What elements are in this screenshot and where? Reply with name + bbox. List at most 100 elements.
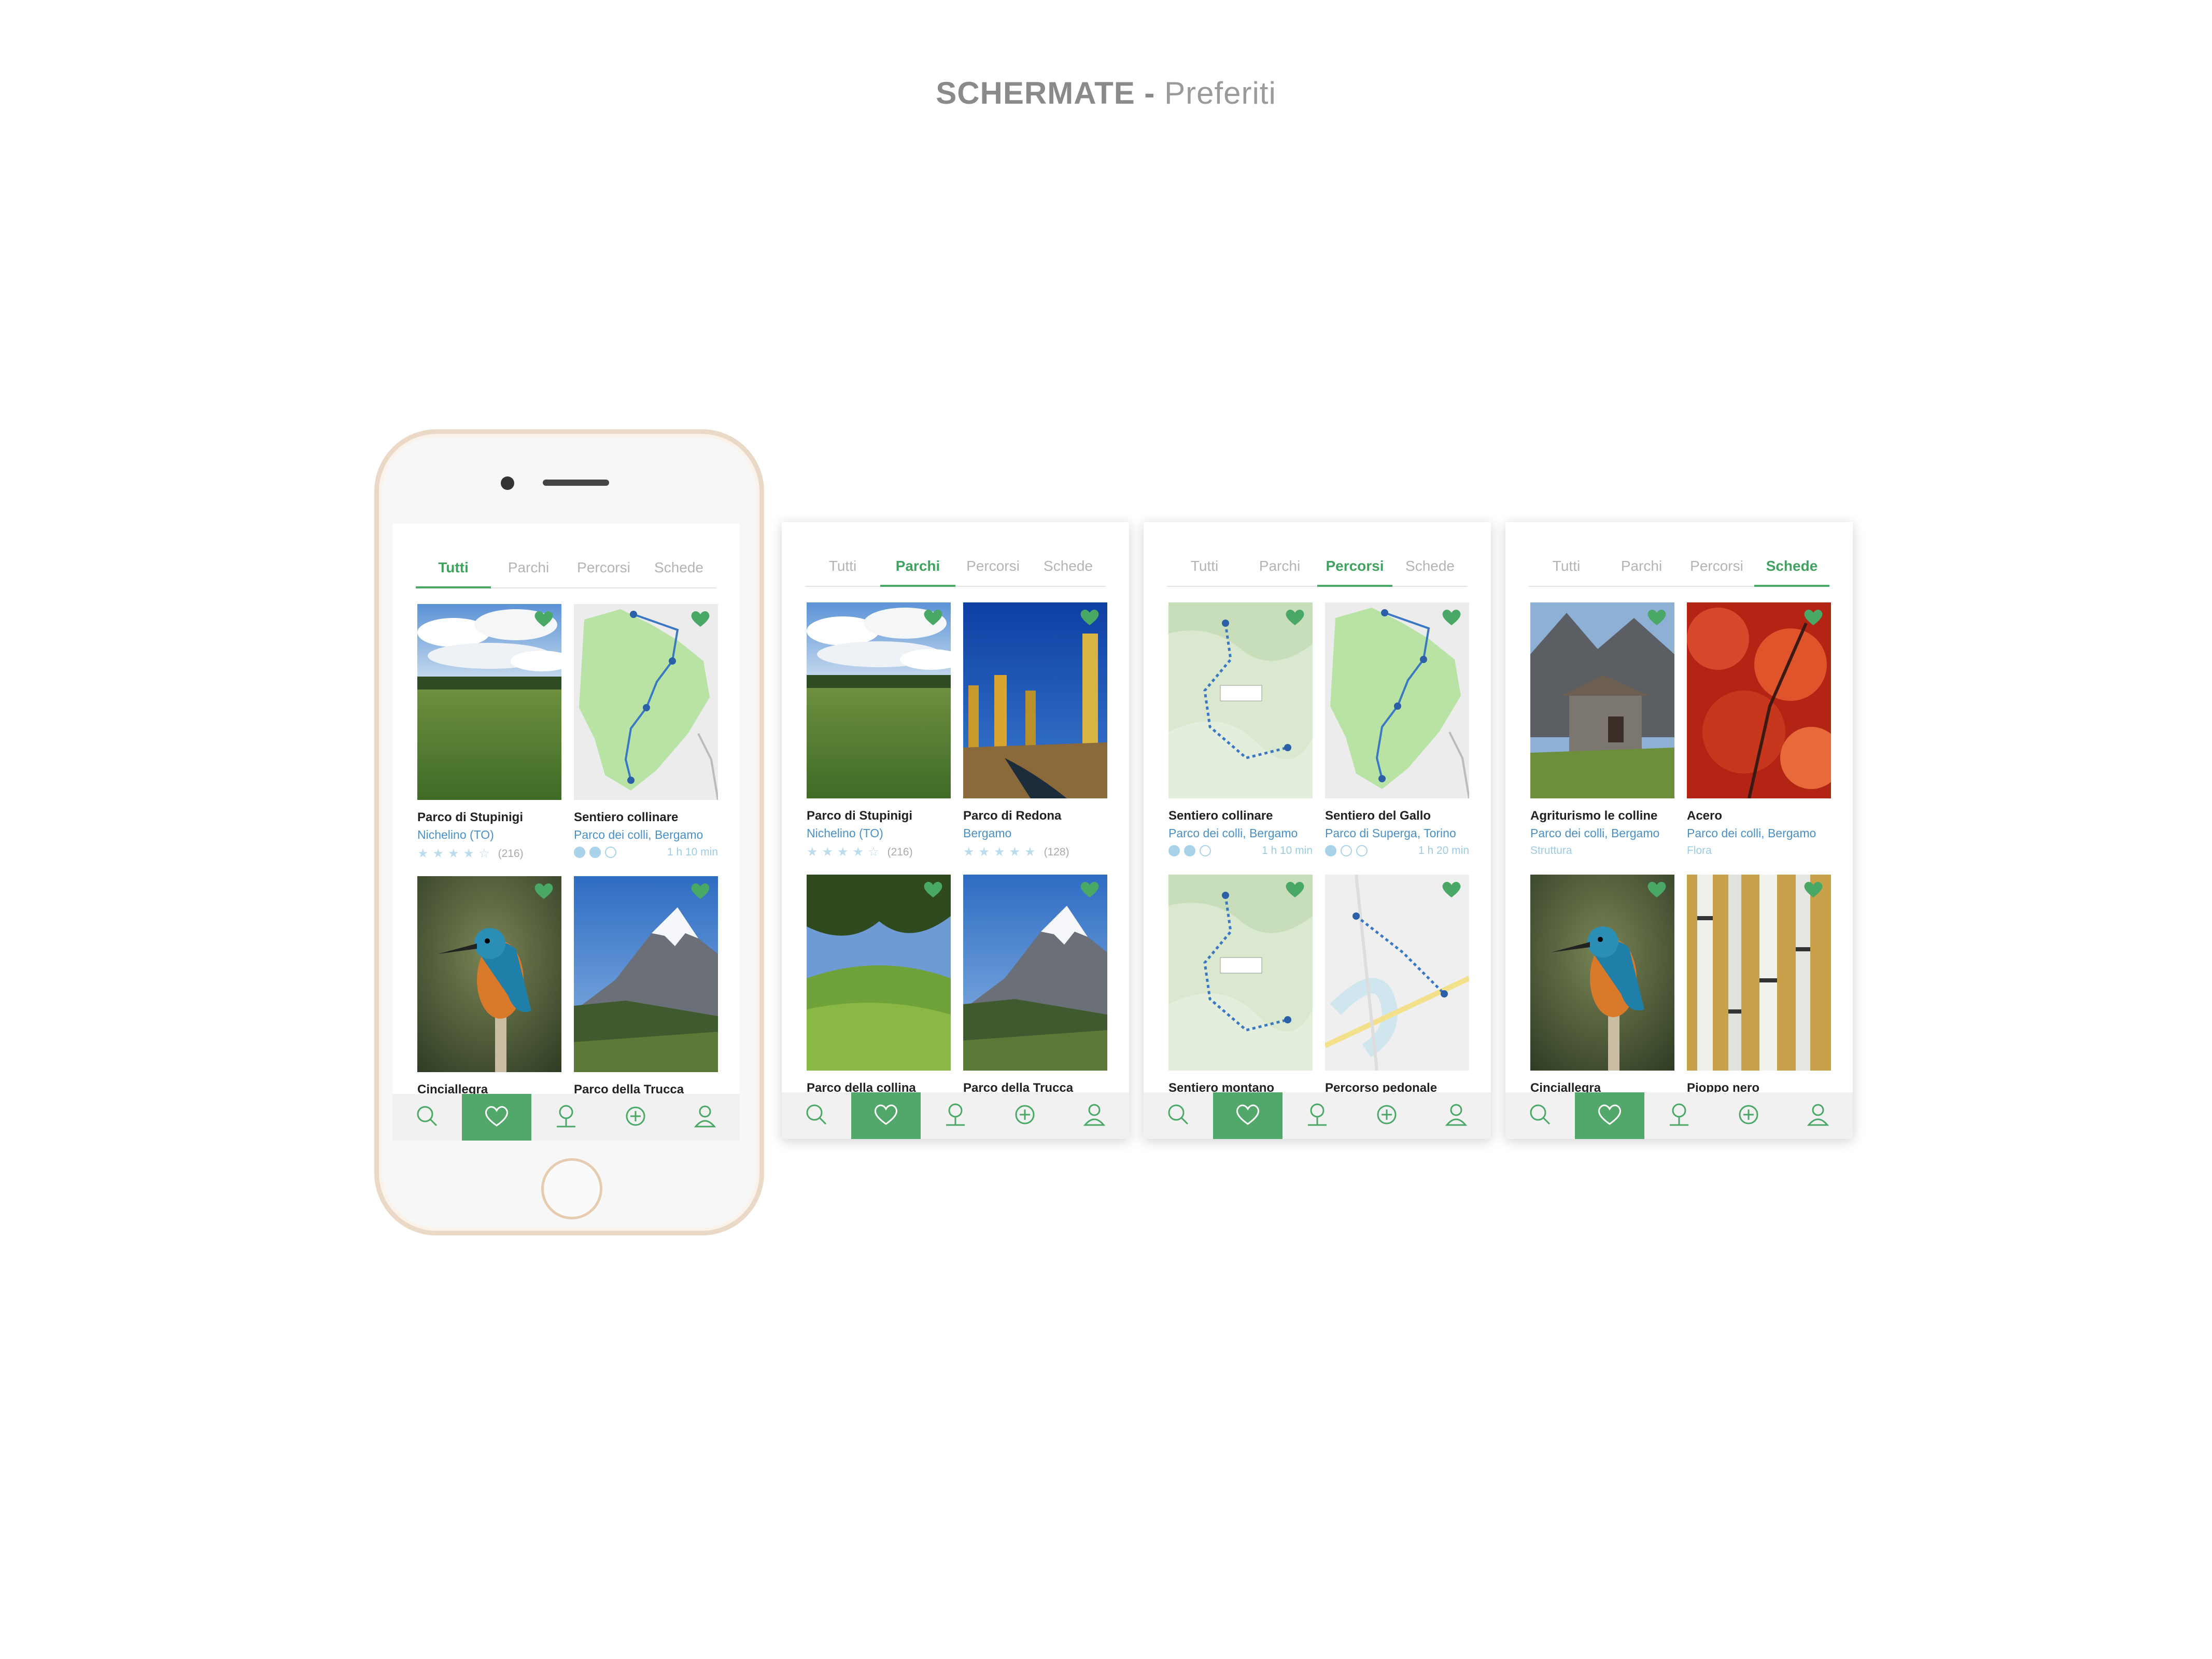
review-count: (216) xyxy=(887,846,913,858)
tab-percorsi[interactable]: Percorsi xyxy=(1679,551,1754,586)
difficulty-row: 1 h 10 min xyxy=(574,846,718,859)
tab-schede[interactable]: Schede xyxy=(1031,551,1106,586)
home-button[interactable] xyxy=(541,1158,602,1219)
nav-heart-button[interactable] xyxy=(851,1092,921,1139)
tab-percorsi[interactable]: Percorsi xyxy=(566,552,641,587)
favorite-card[interactable]: Cinciallegra xyxy=(417,876,561,1097)
favorite-heart-icon[interactable] xyxy=(1646,608,1667,626)
favorite-card[interactable]: Percorso pedonale xyxy=(1325,875,1469,1095)
favorite-heart-icon[interactable] xyxy=(1285,608,1305,626)
card-location[interactable]: Parco dei colli, Bergamo xyxy=(1687,826,1831,840)
nav-heart-button[interactable] xyxy=(462,1094,531,1141)
star-icon: ★ xyxy=(822,845,834,859)
favorite-heart-icon[interactable] xyxy=(1441,608,1462,626)
card-title: Sentiero collinare xyxy=(574,810,679,824)
tab-parchi[interactable]: Parchi xyxy=(1604,551,1679,586)
tab-tutti[interactable]: Tutti xyxy=(1167,551,1242,586)
favorite-card[interactable]: Parco di Redona Bergamo ★ ★ ★ ★ ★ (128) xyxy=(963,602,1107,860)
tab-tutti[interactable]: Tutti xyxy=(1529,551,1604,586)
search-icon xyxy=(414,1103,441,1132)
bottom-nav xyxy=(392,1094,740,1141)
favorite-card[interactable]: Sentiero montano xyxy=(1168,875,1313,1095)
tab-schede[interactable]: Schede xyxy=(1392,551,1468,586)
nav-search-button[interactable] xyxy=(782,1092,851,1139)
nav-tree-button[interactable] xyxy=(921,1092,990,1139)
card-title: Parco di Stupinigi xyxy=(807,809,913,823)
tab-parchi[interactable]: Parchi xyxy=(880,551,955,587)
nav-profile-button[interactable] xyxy=(1783,1092,1853,1139)
duration: 1 h 20 min xyxy=(1418,845,1469,856)
nav-profile-button[interactable] xyxy=(1060,1092,1129,1139)
favorite-heart-icon[interactable] xyxy=(1803,608,1824,626)
nav-add-button[interactable] xyxy=(601,1094,670,1141)
favorite-heart-icon[interactable] xyxy=(533,609,554,628)
card-location[interactable]: Bergamo xyxy=(963,826,1107,840)
favorite-card[interactable]: Parco di Stupinigi Nichelino (TO) ★ ★ ★ ★ ☆ (21… xyxy=(807,602,951,860)
favorite-heart-icon[interactable] xyxy=(1646,880,1667,898)
favorite-heart-icon[interactable] xyxy=(533,881,554,900)
profile-icon xyxy=(692,1103,718,1132)
favorite-heart-icon[interactable] xyxy=(1079,608,1100,626)
maple-image xyxy=(1687,602,1831,798)
tab-schede[interactable]: Schede xyxy=(641,552,716,587)
card-location[interactable]: Parco di Superga, Torino xyxy=(1325,826,1469,840)
favorite-heart-icon[interactable] xyxy=(1079,880,1100,898)
topo-image xyxy=(1168,875,1313,1071)
card-location[interactable]: Nichelino (TO) xyxy=(807,826,951,840)
tab-tutti[interactable]: Tutti xyxy=(416,552,491,588)
star-icon: ☆ xyxy=(868,845,879,859)
rating-row: ★ ★ ★ ★ ☆ (216) xyxy=(417,846,561,861)
tab-parchi[interactable]: Parchi xyxy=(491,552,566,587)
card-location[interactable]: Nichelino (TO) xyxy=(417,828,561,842)
favorite-card[interactable]: Parco della Trucca xyxy=(574,876,718,1097)
star-icon: ★ xyxy=(1024,845,1036,859)
nav-add-button[interactable] xyxy=(1714,1092,1783,1139)
favorite-heart-icon[interactable] xyxy=(690,609,711,628)
favorite-card[interactable]: Parco della Trucca xyxy=(963,875,1107,1095)
nav-profile-button[interactable] xyxy=(670,1094,740,1141)
tab-percorsi[interactable]: Percorsi xyxy=(1317,551,1392,587)
heart-icon xyxy=(872,1101,899,1131)
tab-percorsi[interactable]: Percorsi xyxy=(955,551,1031,586)
favorite-card[interactable]: Sentiero collinare Parco dei colli, Berga… xyxy=(574,604,718,859)
phone-speaker xyxy=(543,480,609,486)
nav-search-button[interactable] xyxy=(1505,1092,1575,1139)
card-location[interactable]: Parco dei colli, Bergamo xyxy=(1168,826,1313,840)
tab-tutti[interactable]: Tutti xyxy=(805,551,880,586)
nav-search-button[interactable] xyxy=(392,1094,462,1141)
nav-search-button[interactable] xyxy=(1144,1092,1213,1139)
favorite-card[interactable]: Sentiero del Gallo Parco di Superga, Tori… xyxy=(1325,602,1469,857)
favorite-card[interactable]: Parco della collina xyxy=(807,875,951,1095)
favorite-card[interactable]: Agriturismo le colline Parco dei colli, B… xyxy=(1530,602,1674,857)
tab-schede[interactable]: Schede xyxy=(1754,551,1829,587)
favorite-heart-icon[interactable] xyxy=(923,880,943,898)
difficulty-dot-icon xyxy=(1168,845,1180,856)
favorite-card[interactable]: Pioppo nero xyxy=(1687,875,1831,1095)
favorite-card[interactable]: Parco di Stupinigi Nichelino (TO) ★ ★ ★ ★ ☆ (21… xyxy=(417,604,561,861)
favorite-heart-icon[interactable] xyxy=(1803,880,1824,898)
favorite-card[interactable]: Cinciallegra xyxy=(1530,875,1674,1095)
favorite-card[interactable]: Sentiero collinare Parco dei colli, Berga… xyxy=(1168,602,1313,857)
favorite-heart-icon[interactable] xyxy=(1285,880,1305,898)
difficulty-dot-icon xyxy=(1325,845,1336,856)
card-location[interactable]: Parco dei colli, Bergamo xyxy=(1530,826,1674,840)
tab-parchi[interactable]: Parchi xyxy=(1242,551,1317,586)
nav-add-button[interactable] xyxy=(990,1092,1060,1139)
favorite-heart-icon[interactable] xyxy=(690,881,711,900)
nav-tree-button[interactable] xyxy=(1644,1092,1714,1139)
favorites-screen: Tutti Parchi Percorsi Schede Parco di Stupi… xyxy=(782,522,1129,1139)
favorite-heart-icon[interactable] xyxy=(923,608,943,626)
nav-profile-button[interactable] xyxy=(1421,1092,1491,1139)
nav-heart-button[interactable] xyxy=(1213,1092,1283,1139)
star-icon: ☆ xyxy=(478,847,490,861)
heart-icon xyxy=(1234,1101,1261,1131)
nav-tree-button[interactable] xyxy=(531,1094,601,1141)
nav-heart-button[interactable] xyxy=(1575,1092,1644,1139)
hut-image xyxy=(1530,602,1674,798)
tab-bar: Tutti Parchi Percorsi Schede xyxy=(1529,551,1829,587)
favorite-heart-icon[interactable] xyxy=(1441,880,1462,898)
nav-tree-button[interactable] xyxy=(1283,1092,1352,1139)
card-location[interactable]: Parco dei colli, Bergamo xyxy=(574,828,718,842)
favorite-card[interactable]: Acero Parco dei colli, Bergamo Flora xyxy=(1687,602,1831,857)
nav-add-button[interactable] xyxy=(1352,1092,1421,1139)
